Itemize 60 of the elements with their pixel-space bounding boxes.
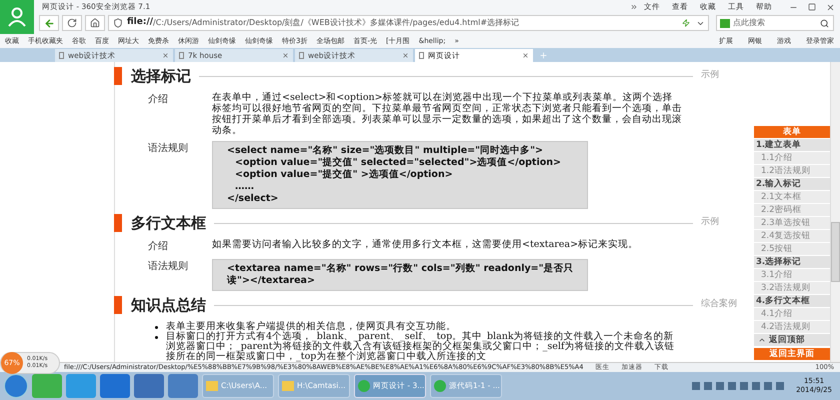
search-engine-icon [720, 18, 730, 28]
refresh-icon [67, 18, 77, 28]
section-marker [114, 214, 122, 232]
close-icon[interactable] [826, 2, 835, 12]
close-icon[interactable] [162, 52, 169, 59]
close-icon[interactable] [522, 52, 529, 59]
lightning-icon [682, 19, 690, 27]
page-icon [59, 52, 64, 59]
bullet-icon [155, 326, 158, 329]
user-avatar[interactable] [0, 0, 34, 34]
search-field[interactable]: 点此搜索 [733, 17, 820, 29]
section-heading: 知识点总结 [131, 294, 206, 316]
row-label: 语法规则 [147, 142, 189, 156]
code-line: </select> [227, 193, 280, 205]
intro-text: 在表单中，通过<select>和<option>标签就可以在浏览器中出现一个下拉菜单或列表菜单。这两个选择标签均可以很好地节省网页的空间。下拉菜单最节省网页空间，正常状态下浏览者只能看到一个选项，单击按钮打开菜单后才看到全部选项。列表菜单可以显示一定数量的选项，如果超出了这个数量，会自动出现滚动条。 [212, 92, 682, 136]
home-button[interactable] [85, 15, 105, 31]
folder-icon [206, 381, 218, 391]
section-heading: 多行文本框 [131, 212, 206, 234]
row-label: 介绍 [147, 240, 169, 254]
code-line: <option value="提交值" >选项值</option> [234, 169, 454, 181]
back-arrow-icon [44, 18, 54, 28]
code-line: <textarea name="名称" rows="行数" cols="列数" readonly="是否只读"></textarea> [227, 263, 575, 287]
scrollbar[interactable] [830, 62, 840, 362]
scroll-thumb[interactable] [831, 222, 840, 282]
section-marker [114, 296, 122, 314]
restore-icon[interactable] [808, 3, 816, 11]
shield-icon [113, 18, 123, 28]
back-button[interactable] [39, 15, 59, 31]
summary-text: 表单主要用来收集客户端提供的相关信息，使网页具有交互功能。 [166, 322, 456, 332]
nav-link[interactable]: 2.输入标记 [754, 178, 830, 190]
person-icon [8, 7, 26, 27]
section-marker [114, 67, 122, 85]
row-label: 语法规则 [147, 260, 189, 274]
search-bar[interactable]: 点此搜索 [716, 15, 834, 31]
url-path: /C:/Users/Administrator/Desktop/刻盘/《WEB设计技术》多媒体课件/pages/edu4.html#选择标记 [153, 17, 520, 29]
code-line: …… [234, 181, 255, 193]
chevron-up-icon [758, 336, 766, 344]
nav-link[interactable]: 1.建立表单 [754, 139, 830, 151]
nav-link[interactable]: 4.多行文本框 [754, 295, 830, 307]
bullet-icon [155, 336, 158, 339]
start-button[interactable] [4, 374, 28, 398]
code-line: <select name="名称" size="选项数目" multiple="同时选中多"> [227, 145, 544, 156]
page-icon [299, 52, 304, 59]
home-icon [90, 18, 100, 28]
refresh-button[interactable] [62, 15, 82, 31]
code-line: <option value="提交值" selected="selected">选项值</option> [234, 157, 562, 168]
close-icon[interactable] [282, 52, 289, 59]
nav-link[interactable]: 3.选择标记 [754, 256, 830, 268]
folder-icon [282, 381, 294, 391]
address-field[interactable]: file:///C:/Users/Administrator/Desktop/刻盘/《WEB设计技术》多媒体课件/pages/edu4.html#选择标记 [108, 15, 709, 31]
more-icon[interactable] [630, 3, 638, 11]
section-heading: 选择标记 [131, 66, 191, 87]
close-icon[interactable] [402, 52, 409, 59]
search-icon[interactable] [820, 18, 829, 28]
url-scheme: file:// [127, 16, 154, 30]
page-icon [419, 52, 424, 59]
summary-text: 目标窗口的打开方式有4个选项，_blank、_parent、_self、_top。其中_blank为将链接的文件载入一个未命名的新浏览器窗口中；_parent为将链接的文件载入含有该链接框架的父框架集或父窗口中；_self为将链接的文件载入该链接所在的同一框架或窗口中，_top为在整个浏览器窗口中载入所连接的文 [166, 332, 675, 362]
row-label: 介绍 [147, 93, 169, 107]
intro-text: 如果需要访问者输入比较多的文字，通常使用多行文本框，这需要使用<textarea>标记来实现。 [212, 239, 640, 252]
page-icon [179, 52, 184, 59]
